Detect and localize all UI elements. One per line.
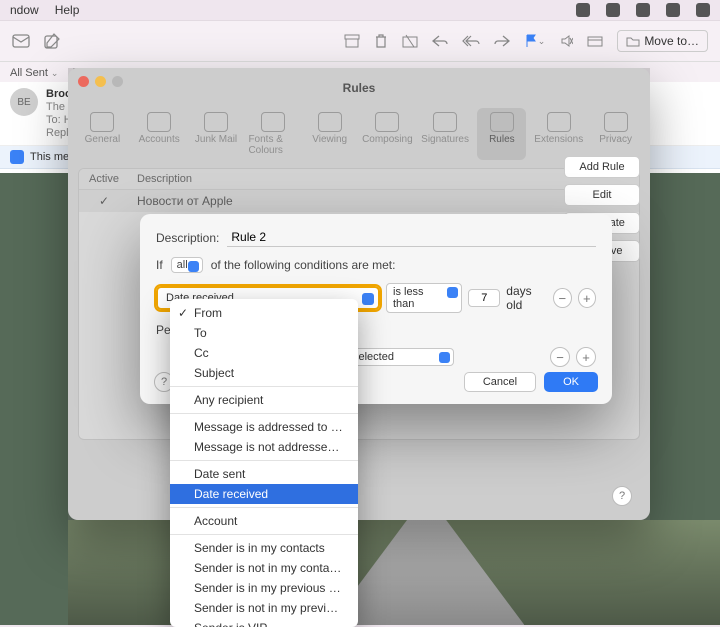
action-row: selected − +	[346, 347, 596, 367]
mail-toolbar: ⌄ Move to…	[0, 21, 720, 62]
calendar-icon	[10, 150, 24, 164]
action-target-selector[interactable]: selected	[346, 348, 454, 366]
menu-item[interactable]: From	[170, 303, 358, 323]
menu-item[interactable]: To	[170, 323, 358, 343]
menu-item[interactable]: Account	[170, 511, 358, 531]
conditions-suffix: of the following conditions are met:	[211, 258, 396, 272]
move-to-button[interactable]: Move to…	[617, 30, 708, 52]
add-rule-button[interactable]: Add Rule	[564, 156, 640, 178]
remove-condition-button[interactable]: −	[553, 288, 571, 308]
status-icon[interactable]	[576, 3, 590, 17]
status-icon[interactable]	[666, 3, 680, 17]
condition-field-menu[interactable]: FromToCcSubject Any recipient Message is a…	[170, 299, 358, 627]
menu-separator	[170, 460, 358, 461]
minimize-window-button[interactable]	[95, 76, 106, 87]
background-photo	[68, 520, 720, 625]
tab-all-sent[interactable]: All Sent⌄	[10, 67, 58, 79]
menu-item[interactable]: Subject	[170, 363, 358, 383]
mute-icon[interactable]	[559, 34, 573, 48]
description-field[interactable]	[227, 228, 596, 247]
edit-rule-button[interactable]: Edit	[564, 184, 640, 206]
status-icon[interactable]	[606, 3, 620, 17]
any-all-selector[interactable]: all	[171, 257, 203, 273]
trash-icon[interactable]	[374, 33, 388, 49]
menu-item[interactable]: Date received	[170, 484, 358, 504]
menubar: ndow Help	[0, 0, 720, 21]
menu-separator	[170, 386, 358, 387]
menu-item[interactable]: ndow	[10, 3, 39, 17]
condition-operator-selector[interactable]: is less than	[386, 283, 462, 313]
cancel-button[interactable]: Cancel	[464, 372, 536, 392]
titlebar: Rules	[68, 68, 650, 108]
flag-icon[interactable]: ⌄	[524, 34, 546, 48]
move-icon[interactable]	[587, 35, 603, 47]
menu-item[interactable]: Sender is VIP	[170, 618, 358, 627]
menu-item[interactable]: Help	[55, 3, 80, 17]
menu-separator	[170, 413, 358, 414]
menu-item[interactable]: Sender is in my contacts	[170, 538, 358, 558]
condition-value-field[interactable]	[468, 289, 500, 307]
menu-item[interactable]: Sender is not in my contacts	[170, 558, 358, 578]
move-to-label: Move to…	[644, 34, 699, 48]
menu-separator	[170, 534, 358, 535]
menu-item[interactable]: Date sent	[170, 464, 358, 484]
reply-all-icon[interactable]	[462, 35, 480, 47]
menu-item[interactable]: Message is not addressed to my full name	[170, 437, 358, 457]
ok-button[interactable]: OK	[544, 372, 598, 392]
add-condition-button[interactable]: +	[578, 288, 596, 308]
add-action-button[interactable]: +	[576, 347, 596, 367]
if-label: If	[156, 258, 163, 272]
close-window-button[interactable]	[78, 76, 89, 87]
status-icon[interactable]	[696, 3, 710, 17]
banner-text: This me	[30, 151, 69, 163]
description-label: Description:	[156, 231, 219, 245]
inbox-icon[interactable]	[12, 34, 30, 48]
archive-icon[interactable]	[344, 34, 360, 48]
remove-action-button[interactable]: −	[550, 347, 570, 367]
menu-item[interactable]: Any recipient	[170, 390, 358, 410]
folder-icon	[626, 36, 640, 47]
compose-icon[interactable]	[44, 33, 60, 49]
window-title: Rules	[343, 81, 376, 95]
menu-item[interactable]: Message is addressed to my full name	[170, 417, 358, 437]
status-icon[interactable]	[636, 3, 650, 17]
condition-unit-label: days old	[506, 284, 547, 312]
menu-item[interactable]: Sender is not in my previous recipients	[170, 598, 358, 618]
avatar: BE	[10, 88, 38, 116]
menu-item[interactable]: Cc	[170, 343, 358, 363]
junk-icon[interactable]	[402, 34, 418, 48]
zoom-window-button[interactable]	[112, 76, 123, 87]
menu-item[interactable]: Sender is in my previous recipients	[170, 578, 358, 598]
forward-icon[interactable]	[494, 35, 510, 47]
perform-label: Pe	[156, 323, 171, 337]
menu-separator	[170, 507, 358, 508]
reply-icon[interactable]	[432, 35, 448, 47]
help-button[interactable]: ?	[612, 486, 632, 506]
